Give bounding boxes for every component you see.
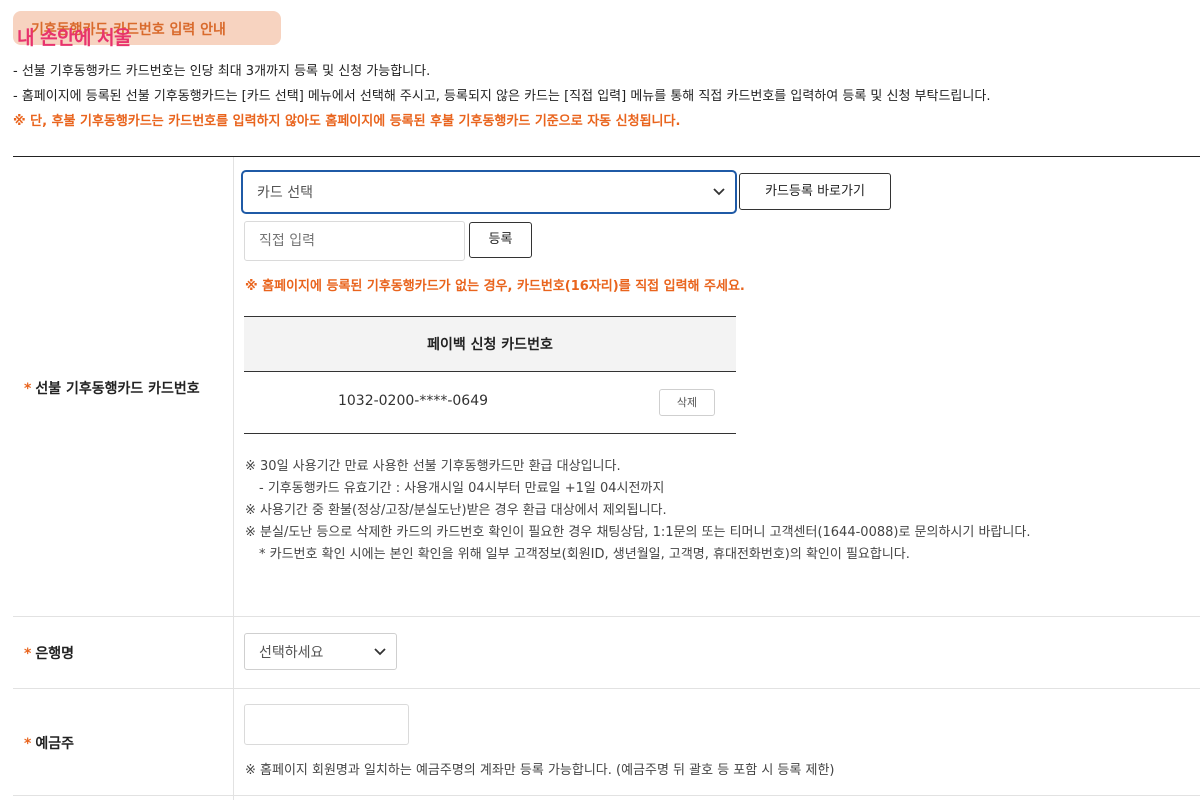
card-notes: ※ 30일 사용기간 만료 사용한 선불 기후동행카드만 환급 대상입니다. -… <box>245 456 1030 566</box>
required-mark: * <box>24 646 32 662</box>
account-holder-input[interactable] <box>244 704 409 745</box>
intro-notes: - 선불 기후동행카드 카드번호는 인당 최대 3개까지 등록 및 신청 가능합… <box>13 62 990 137</box>
card-number-label: * 선불 기후동행카드 카드번호 <box>24 381 200 397</box>
section-title-badge: 기후동행카드 카드번호 입력 안내 내 손안에 서울 <box>13 11 281 48</box>
note-line: ※ 30일 사용기간 만료 사용한 선불 기후동행카드만 환급 대상입니다. <box>245 459 621 474</box>
bank-select-dropdown[interactable]: 선택하세요 <box>244 633 397 670</box>
intro-line-2: - 홈페이지에 등록된 선불 기후동행카드는 [카드 선택] 메뉴에서 선택해 … <box>13 89 991 104</box>
note-line: - 기후동행카드 유효기간 : 사용개시일 04시부터 만료일 +1일 04시전… <box>259 481 665 496</box>
card-input-warning: ※ 홈페이지에 등록된 기후동행카드가 없는 경우, 카드번호(16자리)를 직… <box>245 279 745 294</box>
form-column-divider <box>233 157 234 800</box>
row-divider <box>13 688 1200 689</box>
card-select-value: 카드 선택 <box>257 185 313 201</box>
delete-card-button[interactable]: 삭제 <box>659 389 715 416</box>
intro-line-1: - 선불 기후동행카드 카드번호는 인당 최대 3개까지 등록 및 신청 가능합… <box>13 64 431 79</box>
account-holder-note: ※ 홈페이지 회원명과 일치하는 예금주명의 계좌만 등록 가능합니다. (예금… <box>245 763 835 778</box>
required-mark: * <box>24 736 32 752</box>
table-row: 1032-0200-****-0649 삭제 <box>244 372 736 434</box>
card-number-value: 1032-0200-****-0649 <box>337 393 489 409</box>
note-line: ※ 분실/도난 등으로 삭제한 카드의 카드번호 확인이 필요한 경우 채팅상담… <box>245 525 1031 540</box>
payback-card-table: 페이백 신청 카드번호 1032-0200-****-0649 삭제 <box>244 316 736 434</box>
register-button[interactable]: 등록 <box>469 222 532 258</box>
form-table-top-border <box>13 156 1200 157</box>
chevron-down-icon <box>374 647 386 655</box>
card-register-shortcut-button[interactable]: 카드등록 바로가기 <box>739 173 891 210</box>
intro-warning: ※ 단, 후불 기후동행카드는 카드번호를 입력하지 않아도 홈페이지에 등록된… <box>13 114 681 129</box>
account-holder-label: * 예금주 <box>24 736 74 752</box>
direct-card-input[interactable] <box>244 221 465 261</box>
chevron-down-icon <box>713 188 725 196</box>
row-divider <box>13 795 1200 796</box>
bank-name-label: * 은행명 <box>24 646 74 662</box>
row-divider <box>13 616 1200 617</box>
card-select-dropdown[interactable]: 카드 선택 <box>241 170 737 214</box>
section-title: 기후동행카드 카드번호 입력 안내 <box>31 22 226 38</box>
bank-select-value: 선택하세요 <box>259 644 324 661</box>
payback-table-header: 페이백 신청 카드번호 <box>244 316 736 372</box>
required-mark: * <box>24 381 32 397</box>
note-line: ※ 사용기간 중 환불(정상/고장/분실도난)받은 경우 환급 대상에서 제외됩… <box>245 503 667 518</box>
note-line: * 카드번호 확인 시에는 본인 확인을 위해 일부 고객정보(회원ID, 생년… <box>259 547 910 562</box>
